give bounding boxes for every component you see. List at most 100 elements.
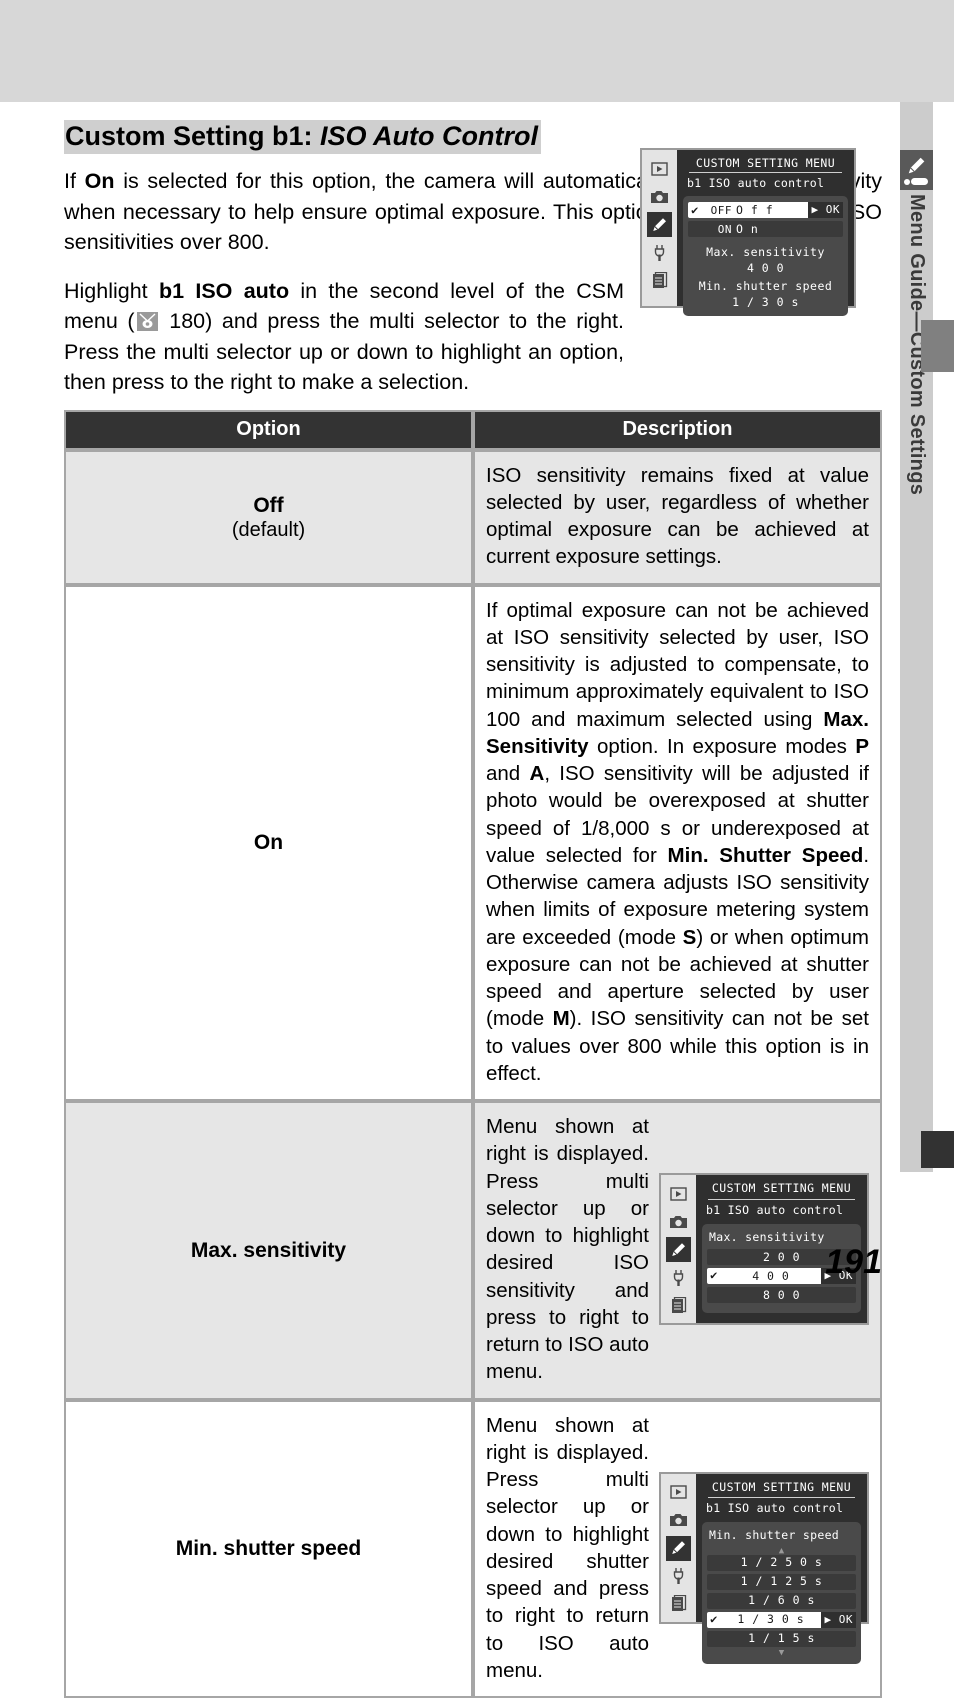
desc-text-min: Menu shown at right is displayed. Press … — [486, 1413, 649, 1682]
list-icon — [666, 1592, 691, 1617]
lcd-panel-min: Min. shutter speed ▲ 1 / 2 5 0 s 1 / 1 2… — [702, 1522, 861, 1664]
lcd-menu-rail-max — [661, 1175, 696, 1324]
desc-on-bold-mode-p: P — [855, 734, 869, 758]
desc-lcd-wrap-max: Menu shown at right is displayed. Press … — [486, 1113, 869, 1386]
desc-on-bold-mode-s: S — [682, 925, 697, 949]
edge-marker-dark — [921, 1131, 954, 1168]
lcd-screen-main: CUSTOM SETTING MENU b1 ISO auto control … — [677, 150, 854, 316]
reference-book-icon — [136, 312, 158, 332]
lcd-option-row-off[interactable]: ✔ OFF O f f ▶ OK — [688, 202, 843, 218]
lcd-title-main: CUSTOM SETTING MENU — [689, 156, 842, 173]
lcd-max-sensitivity-value: 4 0 0 — [746, 261, 785, 275]
desc-on-2: option. In exposure modes — [588, 734, 856, 758]
lcd-panel-main: ✔ OFF O f f ▶ OK ON O n Max. sensitivity… — [683, 196, 848, 316]
lcd-subtitle-main: b1 ISO auto control — [687, 176, 825, 190]
page-number: 191 — [825, 1243, 882, 1281]
intro-p2-bold: b1 ISO auto — [158, 278, 290, 303]
pencil-icon — [647, 212, 672, 237]
camera-icon — [666, 1209, 691, 1234]
lcd-title-min: CUSTOM SETTING MENU — [708, 1480, 855, 1499]
top-gray-band — [0, 0, 954, 102]
lcd-menu-rail-main — [642, 150, 677, 306]
desc-on-fraction: 1/8,000 — [581, 816, 650, 840]
lcd-max-sensitivity-label: Max. sensitivity — [706, 245, 825, 259]
row-ok-badge: ▶ OK — [807, 202, 843, 218]
row-ok-badge: ▶ OK — [820, 1611, 856, 1628]
row-label: 2 0 0 — [762, 1249, 801, 1264]
lcd-option-row-on[interactable]: ON O n — [688, 221, 843, 237]
row-label: O f f — [736, 203, 774, 217]
wrench-icon — [647, 240, 672, 265]
lcd-option-row[interactable]: 1 / 6 0 s — [707, 1592, 856, 1609]
row-check: ✔ — [710, 1611, 718, 1626]
row-label: 1 / 1 2 5 s — [740, 1574, 823, 1589]
description-off: ISO sensitivity remains fixed at value s… — [473, 449, 882, 585]
lcd-subtitle-min: b1 ISO auto control — [706, 1501, 844, 1516]
desc-on-bold-min-shutter: Min. Shutter Speed — [667, 843, 864, 867]
lcd-option-row[interactable]: 1 / 1 2 5 s — [707, 1573, 856, 1590]
lcd-subtitle-max: b1 ISO auto control — [706, 1202, 844, 1217]
side-tab-label-wrap: Menu Guide—Custom Settings — [900, 190, 933, 590]
col-header-option: Option — [64, 409, 473, 450]
wrench-icon — [666, 1265, 691, 1290]
option-label-min-shutter-speed: Min. shutter speed — [64, 1399, 473, 1698]
pencil-icon — [666, 1535, 691, 1561]
lcd-title-max: CUSTOM SETTING MENU — [708, 1181, 855, 1200]
description-on: If optimal exposure can not be achieved … — [473, 584, 882, 1102]
lcd-panel-head-min: Min. shutter speed — [709, 1528, 840, 1543]
page-title-prefix: Custom Setting b1: — [65, 121, 320, 151]
page-title: Custom Setting b1: ISO Auto Control — [64, 120, 541, 155]
option-label-max-sensitivity: Max. sensitivity — [64, 1101, 473, 1400]
edge-marker-gray — [921, 320, 954, 372]
playback-icon — [647, 156, 672, 181]
desc-on-bold-mode-m: M — [552, 1007, 570, 1031]
pencil-icon — [666, 1237, 691, 1263]
lcd-option-row[interactable]: 1 / 1 5 s — [707, 1630, 856, 1647]
intro-paragraph-2: Highlight b1 ISO auto in the second leve… — [64, 276, 624, 398]
page-title-italic: ISO Auto Control — [320, 121, 538, 151]
row-label: 1 / 6 0 s — [748, 1593, 815, 1608]
scroll-down-icon[interactable]: ▼ — [707, 1648, 856, 1657]
row-check: ✔ — [691, 203, 699, 217]
col-header-description: Description — [473, 409, 882, 450]
side-tab-pencil-icon — [900, 150, 933, 190]
lcd-option-row[interactable]: 8 0 0 — [707, 1287, 856, 1304]
lcd-menu-rail-min — [661, 1473, 696, 1622]
list-icon — [666, 1293, 691, 1318]
row-label: O n — [736, 222, 759, 236]
option-label-off: Off (default) — [64, 449, 473, 585]
desc-on-bold-mode-a: A — [529, 762, 545, 786]
row-code: OFF — [710, 203, 732, 217]
row-label: 4 0 0 — [752, 1268, 790, 1283]
lcd-option-row[interactable]: ✔ 1 / 3 0 s ▶ OK — [707, 1611, 856, 1628]
scroll-up-icon[interactable]: ▲ — [707, 1546, 856, 1555]
lcd-screenshot-iso-auto-control: CUSTOM SETTING MENU b1 ISO auto control … — [640, 148, 856, 316]
options-table: Option Description Off (default) ISO sen… — [64, 409, 882, 1698]
intro-p1-part-a: If — [64, 169, 85, 194]
wrench-icon — [666, 1564, 691, 1589]
table-row-on: On If optimal exposure can not be achiev… — [64, 584, 882, 1102]
desc-text-max: Menu shown at right is displayed. Press … — [486, 1115, 649, 1384]
table-header-row: Option Description — [64, 409, 882, 450]
description-min-shutter-speed: Menu shown at right is displayed. Press … — [473, 1399, 882, 1698]
option-off-name: Off — [253, 493, 284, 517]
lcd-screen-min: CUSTOM SETTING MENU b1 ISO auto control … — [696, 1473, 867, 1664]
intro-p2-part-a: Highlight — [64, 278, 159, 303]
desc-on-1: If optimal exposure can not be achieved … — [486, 598, 869, 731]
list-icon — [647, 268, 672, 293]
row-label: 8 0 0 — [762, 1287, 801, 1302]
lcd-screenshot-min-shutter-speed: CUSTOM SETTING MENU b1 ISO auto control … — [659, 1471, 869, 1664]
intro-p1-bold: On — [84, 169, 115, 194]
option-off-default-note: (default) — [231, 518, 306, 541]
camera-icon — [666, 1508, 691, 1533]
table-row-off: Off (default) ISO sensitivity remains fi… — [64, 449, 882, 585]
row-label: 1 / 1 5 s — [748, 1631, 815, 1646]
playback-icon — [666, 1480, 691, 1505]
lcd-option-row[interactable]: 1 / 2 5 0 s — [707, 1554, 856, 1571]
lcd-min-shutter-label: Min. shutter speed — [698, 279, 833, 293]
description-max-sensitivity: Menu shown at right is displayed. Press … — [473, 1101, 882, 1400]
camera-icon — [647, 184, 672, 209]
playback-icon — [666, 1181, 691, 1206]
option-label-on: On — [64, 584, 473, 1102]
tab-pill — [911, 178, 928, 185]
